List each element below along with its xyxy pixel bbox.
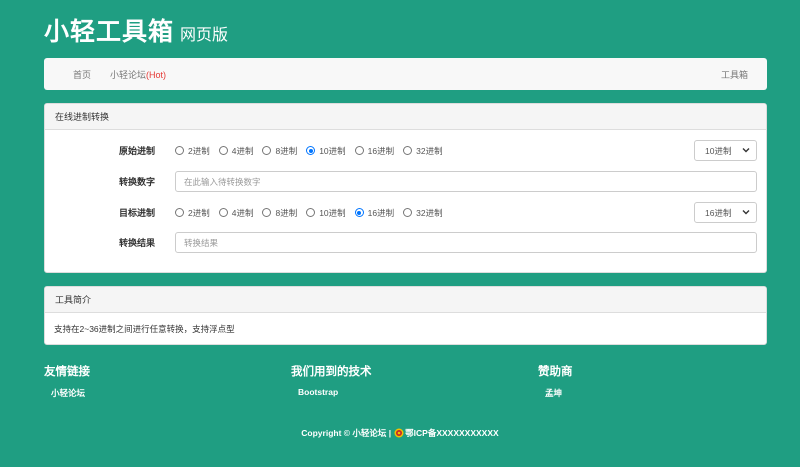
friend-links-heading: 友情链接: [44, 366, 90, 378]
source-base-select[interactable]: 10进制: [694, 140, 757, 161]
source-base-radio-circle[interactable]: [403, 146, 413, 155]
police-badge-icon: [394, 428, 404, 438]
target-base-radio-circle[interactable]: [403, 208, 413, 217]
tech-section: 我们用到的技术 Bootstrap: [291, 363, 372, 397]
target-base-radio-option[interactable]: 2进制: [175, 207, 210, 219]
nav-forum-link[interactable]: 小轻论坛(Hot): [110, 68, 166, 81]
tech-heading: 我们用到的技术: [291, 366, 372, 378]
source-base-radio-option[interactable]: 16进制: [354, 145, 395, 157]
target-base-radio-label: 8进制: [275, 207, 298, 218]
result-output[interactable]: 转换结果: [175, 232, 757, 253]
target-base-radio-label: 4进制: [231, 207, 254, 218]
nav-toolbox-link[interactable]: 工具箱: [721, 68, 748, 81]
intro-panel: 工具简介 支持在2~36进制之间进行任意转换，支持浮点型: [44, 286, 767, 345]
target-base-radio-circle[interactable]: [306, 208, 316, 217]
hot-badge: (Hot): [146, 69, 167, 80]
source-base-radio-option[interactable]: 32进制: [403, 145, 443, 157]
friend-links-section: 友情链接 小轻论坛: [44, 363, 90, 399]
nav-home-link[interactable]: 首页: [73, 68, 91, 81]
target-base-radio-option[interactable]: 10进制: [306, 207, 346, 219]
source-base-radio-option[interactable]: 2进制: [175, 145, 210, 157]
target-base-radio-label: 10进制: [319, 207, 346, 218]
result-label: 转换结果: [118, 238, 155, 248]
source-base-radio-circle[interactable]: [306, 146, 316, 155]
copyright-bar: Copyright © 小轻论坛 | 鄂ICP备XXXXXXXXXXX: [0, 427, 800, 439]
number-row: 转换数字 在此输入待转换数字: [45, 171, 766, 192]
target-base-select[interactable]: 16进制: [694, 202, 757, 223]
target-base-radio-circle[interactable]: [175, 208, 184, 217]
source-base-radio-label: 10进制: [319, 145, 346, 156]
source-base-label: 原始进制: [118, 146, 155, 156]
nav-forum-label: 小轻论坛: [110, 69, 147, 80]
target-base-radio-option[interactable]: 32进制: [403, 207, 443, 219]
source-base-radio-label: 2进制: [188, 145, 210, 156]
source-base-radio-circle[interactable]: [262, 146, 272, 155]
source-base-radio-option[interactable]: 10进制: [306, 145, 346, 157]
source-base-radio-circle[interactable]: [354, 146, 364, 155]
result-row: 转换结果 转换结果: [45, 232, 766, 253]
target-base-radio-label: 2进制: [188, 207, 210, 218]
target-base-radio-circle[interactable]: [218, 208, 228, 217]
converter-panel: 在线进制转换 原始进制 2进制 4进制 8进制 10进制 16进制 32进制 10进制 转…: [44, 103, 767, 273]
target-base-radio-circle[interactable]: [262, 208, 272, 217]
chevron-down-icon: [742, 148, 750, 153]
source-base-radio-label: 4进制: [231, 145, 254, 156]
friend-link-forum[interactable]: 小轻论坛: [51, 387, 90, 399]
source-base-radio-group: 2进制 4进制 8进制 10进制 16进制 32进制: [175, 145, 452, 157]
number-input[interactable]: 在此输入待转换数字: [175, 171, 757, 192]
target-base-radio-option[interactable]: 4进制: [218, 207, 254, 219]
source-base-row: 原始进制 2进制 4进制 8进制 10进制 16进制 32进制 10进制: [45, 140, 766, 161]
site-header: 小轻工具箱 网页版: [44, 12, 228, 48]
target-base-select-value: 16进制: [705, 207, 732, 218]
target-base-radio-circle[interactable]: [354, 208, 364, 217]
source-base-radio-option[interactable]: 8进制: [262, 145, 297, 157]
sponsor-link[interactable]: 孟坤: [545, 387, 573, 399]
site-title: 小轻工具箱: [44, 18, 175, 46]
site-subtitle: 网页版: [180, 27, 229, 44]
top-navbar: 首页 小轻论坛(Hot) 工具箱: [44, 58, 767, 90]
source-base-radio-circle[interactable]: [218, 146, 228, 155]
number-label: 转换数字: [118, 177, 155, 187]
copyright-text: Copyright © 小轻论坛 |: [301, 428, 392, 438]
source-base-radio-label: 32进制: [416, 145, 443, 156]
result-output-placeholder: 转换结果: [184, 237, 219, 248]
target-base-radio-label: 32进制: [416, 207, 443, 218]
source-base-radio-option[interactable]: 4进制: [218, 145, 254, 157]
intro-text: 支持在2~36进制之间进行任意转换，支持浮点型: [54, 324, 235, 334]
target-base-row: 目标进制 2进制 4进制 8进制 10进制 16进制 32进制 16进制: [45, 202, 766, 223]
intro-heading: 工具简介: [45, 287, 766, 313]
target-base-radio-group: 2进制 4进制 8进制 10进制 16进制 32进制: [175, 207, 452, 219]
source-base-radio-label: 8进制: [275, 145, 298, 156]
target-base-radio-option[interactable]: 16进制: [354, 207, 395, 219]
source-base-radio-label: 16进制: [367, 145, 395, 156]
source-base-select-value: 10进制: [705, 145, 732, 156]
source-base-radio-circle[interactable]: [175, 146, 184, 155]
chevron-down-icon: [742, 210, 750, 215]
target-base-radio-option[interactable]: 8进制: [262, 207, 297, 219]
converter-heading: 在线进制转换: [45, 104, 766, 130]
number-input-placeholder: 在此输入待转换数字: [184, 176, 261, 187]
target-base-label: 目标进制: [118, 208, 155, 218]
icp-link[interactable]: 鄂ICP备XXXXXXXXXXX: [405, 427, 499, 439]
tech-link-bootstrap[interactable]: Bootstrap: [298, 387, 372, 397]
target-base-radio-label: 16进制: [367, 207, 395, 218]
sponsor-section: 赞助商 孟坤: [538, 363, 573, 399]
sponsor-heading: 赞助商: [538, 366, 573, 378]
